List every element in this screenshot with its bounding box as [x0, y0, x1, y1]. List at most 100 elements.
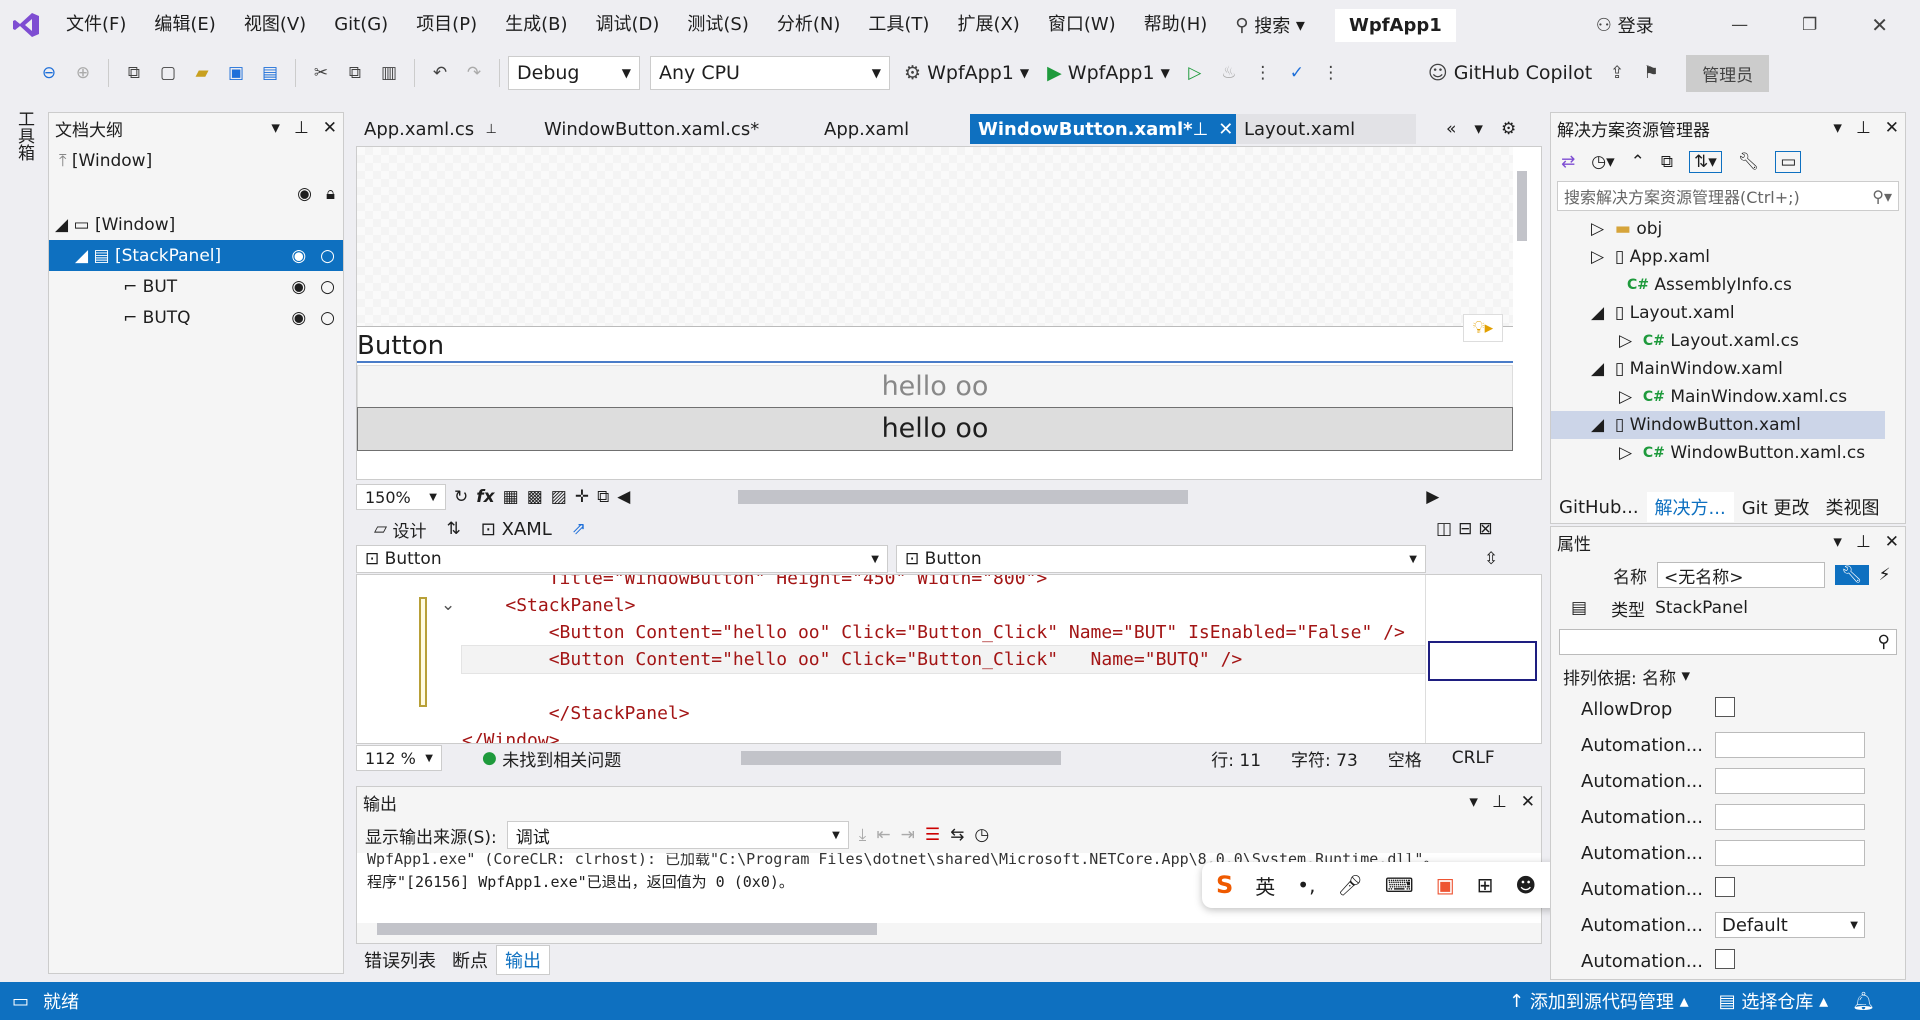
tree-item-but[interactable]: ⌐ BUT ◉ ○ [49, 271, 343, 302]
tree-item-stackpanel[interactable]: ◢ ▤ [StackPanel] ◉ ○ [49, 240, 343, 271]
undo-icon[interactable]: ↶ [425, 58, 455, 88]
pin-icon[interactable]: ⊥ [1492, 792, 1507, 812]
new-item-icon[interactable]: ▢ [153, 58, 183, 88]
tree-item-mainwindow-xaml[interactable]: ◢ ▯ MainWindow.xaml [1551, 355, 1905, 383]
run-without-debug-icon[interactable]: ▷ [1180, 58, 1210, 88]
ime-lang-toggle[interactable]: 英 [1255, 871, 1275, 900]
prop-text-field[interactable] [1715, 768, 1865, 794]
output-source-dropdown[interactable]: 调试 ▼ [506, 821, 849, 849]
tree-item-mainwindow-cs[interactable]: ▷ C# MainWindow.xaml.cs [1551, 383, 1905, 411]
menu-help[interactable]: 帮助(H) [1130, 0, 1222, 50]
sync-icon[interactable]: ⇅▾ [1689, 151, 1722, 173]
collapse-icon[interactable]: ⌄ [441, 595, 455, 615]
grid-icon[interactable]: ▦ [503, 487, 519, 507]
eye-icon[interactable]: ◉ [291, 246, 306, 266]
prop-text-field[interactable] [1715, 804, 1865, 830]
close-icon[interactable]: ✕ [1521, 792, 1535, 812]
popout-icon[interactable]: ⇗ [572, 519, 586, 539]
tab-output[interactable]: 输出 [496, 945, 550, 975]
disabled-preview-button[interactable]: hello oo [357, 365, 1513, 409]
output-hscroll[interactable] [377, 923, 877, 935]
history-icon[interactable]: ◷▾ [1591, 152, 1614, 172]
menu-test[interactable]: 测试(S) [673, 0, 762, 50]
tab-class-view[interactable]: 类视图 [1817, 492, 1887, 522]
xaml-tab[interactable]: ⊡ XAML [481, 519, 552, 540]
paste-icon[interactable]: ▥ [374, 58, 404, 88]
toolbox-tab[interactable]: 工具箱 [12, 110, 37, 161]
toolbox-grid-icon[interactable]: ⊞ [1477, 873, 1494, 897]
snap-lines-icon[interactable]: ✛ [575, 487, 589, 507]
menu-project[interactable]: 项目(P) [402, 0, 491, 50]
split-editor-icon[interactable]: ⇳ [1484, 549, 1498, 569]
save-all-icon[interactable]: ▤ [255, 58, 285, 88]
scroll-left-icon[interactable]: ◀ [617, 487, 630, 507]
toolbar-options-icon[interactable]: ⋮ [1316, 58, 1346, 88]
login-button[interactable]: ⚇ 登录 [1596, 12, 1654, 38]
preview-icon[interactable]: ▭ [1775, 151, 1802, 173]
menu-edit[interactable]: 编辑(E) [140, 0, 229, 50]
microphone-icon[interactable]: 🎤︎ [1337, 873, 1362, 897]
share-icon[interactable]: ⇪ [1602, 58, 1632, 88]
tree-item-assemblyinfo[interactable]: C# AssemblyInfo.cs [1551, 271, 1905, 299]
swap-panes-icon[interactable]: ⇅ [446, 519, 460, 539]
notification-icon[interactable]: 🔔︎ [1852, 991, 1875, 1012]
prop-text-field[interactable] [1715, 732, 1865, 758]
tree-item-obj[interactable]: ▷ ▬ obj [1551, 215, 1905, 243]
menu-view[interactable]: 视图(V) [230, 0, 320, 50]
pin-icon[interactable]: ⊥ [1193, 119, 1209, 140]
menu-git[interactable]: Git(G) [320, 0, 402, 50]
run-button[interactable]: ▶ WpfApp1 ▼ [1047, 62, 1170, 84]
tab-error-list[interactable]: 错误列表 [356, 945, 444, 975]
word-wrap-icon[interactable]: ⇆ [950, 825, 964, 845]
refresh-icon[interactable]: ↻ [454, 487, 468, 507]
mascot-icon[interactable]: ☻ [1515, 873, 1536, 897]
keyboard-icon[interactable]: ⌨ [1385, 873, 1414, 897]
xaml-editor[interactable]: ⌄ Title="WindowButton" Height="450" Widt… [356, 574, 1542, 744]
pin-icon[interactable]: ⊥ [294, 118, 309, 138]
menu-file[interactable]: 文件(F) [52, 0, 140, 50]
tree-item-window[interactable]: ◢ ▭ [Window] [49, 209, 343, 240]
pin-icon[interactable]: ⊥ [1856, 532, 1871, 552]
back-icon[interactable]: ⊖ [34, 58, 64, 88]
tab-windowbutton-xaml-cs[interactable]: WindowButton.xaml.cs* [536, 114, 816, 144]
dot-icon[interactable]: ○ [320, 246, 335, 266]
eye-icon[interactable]: ◉ [291, 277, 306, 297]
designer-hscroll[interactable] [738, 490, 1189, 504]
tree-item-windowbutton-xaml[interactable]: ◢ ▯ WindowButton.xaml [1551, 411, 1885, 439]
eye-icon[interactable]: ◉ [291, 308, 306, 328]
vertical-split-icon[interactable]: ◫ [1436, 519, 1452, 539]
panel-menu-icon[interactable]: ▾ [1469, 792, 1478, 812]
tree-item-butq[interactable]: ⌐ BUTQ ◉ ○ [49, 302, 343, 333]
collapse-pane-icon[interactable]: ⊠ [1478, 519, 1492, 539]
prop-select[interactable]: Default ▼ [1715, 912, 1865, 938]
close-window-button[interactable]: ✕ [1860, 13, 1900, 37]
scroll-right-icon[interactable]: ▶ [1426, 487, 1439, 507]
solution-search-input[interactable]: 搜索解决方案资源管理器(Ctrl+;) ⚲▾ [1557, 181, 1899, 211]
restore-button[interactable]: ❐ [1790, 15, 1830, 35]
snap-grid-icon[interactable]: ▩ [527, 487, 543, 507]
element-selector[interactable]: ⊡ Button ▼ [356, 545, 888, 573]
close-icon[interactable]: ✕ [1218, 119, 1233, 140]
settings-icon[interactable]: ⚙ [1501, 119, 1516, 139]
prev-message-icon[interactable]: ⇤ [876, 825, 890, 845]
tree-item-layout-xaml[interactable]: ◢ ▯ Layout.xaml [1551, 299, 1905, 327]
prop-checkbox[interactable] [1715, 948, 1735, 969]
search-button[interactable]: ⚲ 搜索 ▾ [1235, 12, 1305, 38]
menu-build[interactable]: 生成(B) [491, 0, 581, 50]
panel-menu-icon[interactable]: ▾ [1833, 118, 1842, 138]
platform-dropdown[interactable]: Any CPU ▼ [650, 56, 890, 90]
properties-wrench-icon[interactable]: 🔧︎ [1738, 152, 1760, 172]
editor-zoom-dropdown[interactable]: 112 % ▼ [356, 745, 442, 771]
design-tab[interactable]: ▱ 设计 [374, 517, 426, 542]
tab-solution[interactable]: 解决方... [1646, 492, 1734, 522]
tab-github[interactable]: GitHub... [1551, 492, 1647, 522]
add-source-control-button[interactable]: ↑ 添加到源代码管理 ▴ [1509, 988, 1689, 1014]
startup-project-dropdown[interactable]: ⚙ WpfApp1 ▼ [904, 62, 1029, 84]
device-icon[interactable]: ⧉ [597, 487, 609, 507]
skin-icon[interactable]: ▣ [1436, 873, 1455, 897]
prop-text-field[interactable] [1715, 840, 1865, 866]
find-message-icon[interactable]: ⤓ [859, 825, 867, 845]
clear-all-icon[interactable]: ☰ [925, 825, 940, 845]
save-icon[interactable]: ▣ [221, 58, 251, 88]
close-icon[interactable]: ✕ [323, 118, 337, 138]
